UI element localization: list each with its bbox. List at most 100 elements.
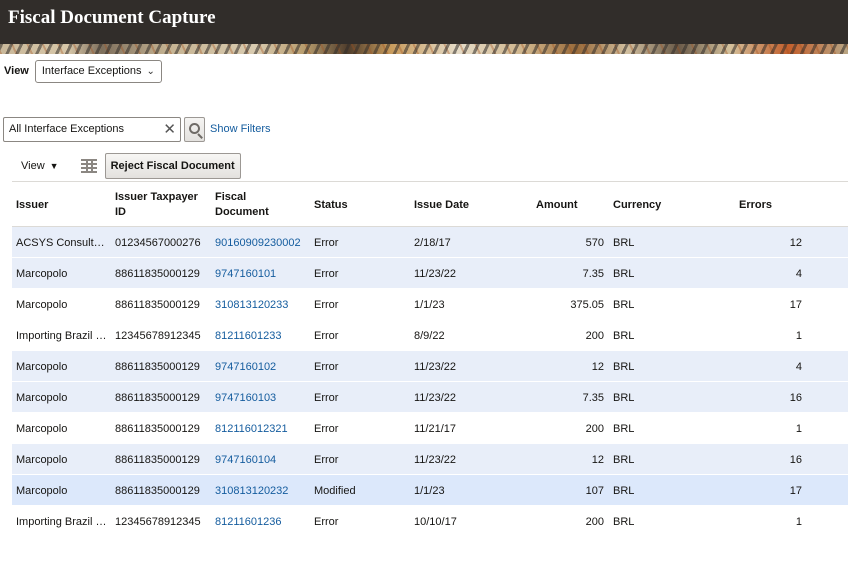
decorative-banner [0,44,848,54]
column-header-status[interactable]: Status [314,182,394,228]
cell-issuer-taxpayer-id: 88611835000129 [115,267,200,280]
cell-issuer: ACSYS Consult… [16,236,105,249]
cell-status: Error [314,267,339,280]
cell-currency: BRL [613,298,635,311]
view-select-value: Interface Exceptions [41,65,142,77]
cell-amount: 200 [585,515,604,528]
cell-errors: 17 [789,484,802,497]
column-header-currency[interactable]: Currency [613,182,693,228]
cell-issuer-taxpayer-id: 88611835000129 [115,360,200,373]
cell-fiscal-document[interactable]: 9747160102 [215,351,310,382]
cell-currency: BRL [613,267,635,280]
view-label: View [4,65,29,77]
cell-fiscal-document[interactable]: 812116012321 [215,413,310,444]
cell-errors: 17 [789,298,802,311]
cell-currency: BRL [613,422,635,435]
cell-issuer: Marcopolo [16,267,68,280]
cell-issue-date: 8/9/22 [414,329,445,342]
table-row[interactable]: Marcopolo 88611835000129 310813120232 Modif… [12,475,848,506]
table-header-row: Issuer Issuer Taxpayer ID Fiscal Documen… [12,181,848,227]
freeze-columns-icon[interactable] [80,158,97,174]
cell-status: Error [314,298,339,311]
cell-issuer-taxpayer-id: 88611835000129 [115,298,200,311]
cell-amount: 107 [585,484,604,497]
cell-fiscal-document[interactable]: 9747160104 [215,444,310,475]
table-row[interactable]: Marcopolo 88611835000129 9747160101 Error 11… [12,258,848,289]
table-row[interactable]: Marcopolo 88611835000129 9747160104 Error 11… [12,444,848,475]
table-row[interactable]: ACSYS Consult… 01234567000276 901609092300… [12,227,848,258]
chevron-down-icon: ⌄ [146,65,155,77]
cell-amount: 375.05 [570,298,604,311]
cell-issuer-taxpayer-id: 88611835000129 [115,422,200,435]
view-menu-label: View [21,160,45,172]
cell-amount: 570 [585,236,604,249]
cell-errors: 1 [795,329,802,342]
cell-fiscal-document[interactable]: 310813120233 [215,289,310,320]
cell-issuer: Importing Brazil … [16,329,107,342]
cell-currency: BRL [613,484,635,497]
cell-amount: 200 [585,329,604,342]
cell-issue-date: 11/23/22 [414,453,457,466]
cell-fiscal-document[interactable]: 310813120232 [215,475,310,506]
cell-currency: BRL [613,360,635,373]
cell-issuer: Importing Brazil … [16,515,107,528]
cell-status: Error [314,360,339,373]
column-header-amount[interactable]: Amount [536,182,596,228]
cell-fiscal-document[interactable]: 81211601233 [215,320,310,351]
search-icon [189,122,200,134]
table-row[interactable]: Marcopolo 88611835000129 9747160102 Error 11… [12,351,848,382]
search-input[interactable]: All Interface Exceptions ✕ [3,116,181,142]
cell-status: Error [314,236,339,249]
cell-fiscal-document[interactable]: 9747160103 [215,382,310,413]
reject-fiscal-document-button[interactable]: Reject Fiscal Document [104,153,241,179]
cell-issuer: Marcopolo [16,422,68,435]
search-input-value: All Interface Exceptions [9,123,124,135]
cell-status: Error [314,329,339,342]
cell-amount: 7.35 [582,391,604,404]
app-title: Fiscal Document Capture [8,7,216,28]
table-row[interactable]: Importing Brazil … 12345678912345 81211601… [12,320,848,351]
cell-issue-date: 11/23/22 [414,267,457,280]
cell-currency: BRL [613,515,635,528]
column-header-fiscal-document[interactable]: Fiscal Document [215,182,295,228]
cell-errors: 1 [795,422,802,435]
cell-issuer-taxpayer-id: 12345678912345 [115,329,201,342]
cell-amount: 7.35 [582,267,604,280]
cell-errors: 1 [795,515,802,528]
table-row[interactable]: Marcopolo 88611835000129 310813120233 Error… [12,289,848,320]
cell-status: Error [314,515,339,528]
view-menu[interactable]: View ▼ [21,160,59,172]
cell-amount: 12 [591,360,604,373]
cell-fiscal-document[interactable]: 90160909230002 [215,227,310,258]
cell-errors: 16 [789,453,802,466]
column-header-issue-date[interactable]: Issue Date [414,182,504,228]
cell-issue-date: 1/1/23 [414,484,445,497]
cell-issuer-taxpayer-id: 88611835000129 [115,484,200,497]
cell-issue-date: 11/23/22 [414,360,457,373]
view-select[interactable]: Interface Exceptions ⌄ [34,59,162,83]
cell-currency: BRL [613,391,635,404]
cell-fiscal-document[interactable]: 81211601236 [215,506,310,537]
cell-errors: 12 [789,236,802,249]
cell-currency: BRL [613,236,635,249]
cell-issuer-taxpayer-id: 88611835000129 [115,453,200,466]
column-header-issuer-taxpayer-id[interactable]: Issuer Taxpayer ID [115,182,210,228]
cell-status: Error [314,453,339,466]
cell-currency: BRL [613,453,635,466]
search-button[interactable] [184,116,205,142]
column-header-errors[interactable]: Errors [739,182,799,228]
cell-issuer-taxpayer-id: 88611835000129 [115,391,200,404]
table-row[interactable]: Marcopolo 88611835000129 9747160103 Error 11… [12,382,848,413]
show-filters-link[interactable]: Show Filters [210,123,271,135]
table-row[interactable]: Marcopolo 88611835000129 812116012321 Error… [12,413,848,444]
view-selector-row: View Interface Exceptions ⌄ [4,59,162,83]
table-row[interactable]: Importing Brazil … 12345678912345 81211601… [12,506,848,537]
exceptions-table: Issuer Issuer Taxpayer ID Fiscal Documen… [12,181,848,537]
close-icon[interactable]: ✕ [163,122,176,137]
cell-issuer: Marcopolo [16,391,68,404]
cell-issue-date: 2/18/17 [414,236,451,249]
cell-issue-date: 10/10/17 [414,515,457,528]
column-header-issuer[interactable]: Issuer [16,182,111,228]
cell-fiscal-document[interactable]: 9747160101 [215,258,310,289]
table-body: ACSYS Consult… 01234567000276 901609092300… [12,227,848,537]
